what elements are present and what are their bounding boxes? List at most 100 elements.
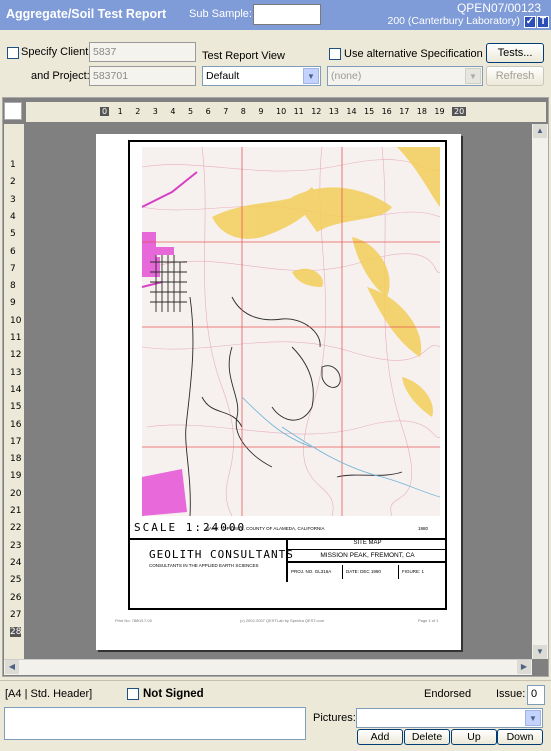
project-label: and Project: [31,70,90,82]
vertical-ruler: 1 2 3 4 5 6 7 8 9 10 11 12 13 14 15 16 17 18 19 20 21 22 23 24 2… [4,124,24,659]
check-toggle-icon[interactable]: ✓ [524,16,536,28]
job-id: QPEN07/00123 [456,1,541,15]
laboratory-name: 200 (Canterbury Laboratory) [387,15,521,27]
t-toggle-icon[interactable]: T [537,16,549,28]
specify-client-checkbox[interactable] [7,47,19,59]
ruler-h-label: 19 [434,107,445,116]
ruler-h-label: 12 [311,107,322,116]
ruler-h-label: 3 [152,107,158,116]
ruler-v-label: 11 [10,333,22,343]
horizontal-ruler: 0 1 2 3 4 5 6 7 8 9 10 11 12 13 14 15 16 17 18 19 20 [26,102,546,122]
ruler-h-label: 6 [205,107,211,116]
ruler-v-label: 26 [10,592,22,603]
ruler-v-label: 21 [10,506,22,516]
scroll-left-icon[interactable]: ◀ [5,660,19,674]
ruler-v-label: 1 [10,160,16,170]
ruler-h-label: 14 [346,107,357,116]
ruler-h-label: 1 [117,107,123,116]
ruler-v-label: 3 [10,194,16,205]
ruler-v-label: 28 [10,627,22,638]
report-view-label: Test Report View [202,50,285,62]
sub-sample-label: Sub Sample: [189,8,252,20]
ruler-v-label: 2 [10,177,16,188]
ruler-v-label: 20 [10,488,22,499]
ruler-h-label: 0 [100,107,110,116]
pictures-label: Pictures: [313,712,356,724]
client-field[interactable]: 5837 [89,42,196,62]
endorsed-label: Endorsed [424,688,472,700]
move-up-button[interactable]: Up [451,729,497,745]
spec-select[interactable]: (none) ▼ [327,66,483,86]
ruler-h-label: 16 [381,107,392,116]
site-location: MISSION PEAK, FREMONT, CA [288,550,447,563]
ruler-v-label: 19 [10,471,22,482]
tests-button[interactable]: Tests... [486,43,544,63]
sheet-date: DATE: DEC 1990 [343,565,399,579]
refresh-button[interactable]: Refresh [486,66,544,86]
horizontal-scrollbar[interactable]: ◀ ▶ [4,659,532,675]
issue-label: Issue: [496,688,526,700]
report-view-select[interactable]: Default ▼ [202,66,321,86]
ruler-corner [4,102,22,120]
ruler-v-label: 4 [10,211,16,222]
issue-field[interactable]: 0 [527,685,545,705]
map-year: 1980 [418,526,429,531]
ruler-v-label: 25 [10,575,22,586]
move-down-button[interactable]: Down [497,729,543,745]
ruler-v-label: 23 [10,540,22,551]
footer-divider [0,680,551,681]
site-map-image [142,147,440,516]
pictures-select[interactable]: ▼ [356,708,543,728]
page-format-label: [A4 | Std. Header] [5,688,93,700]
scroll-up-icon[interactable]: ▲ [533,124,547,138]
alt-spec-label: Use alternative Specification [344,48,483,60]
ruler-v-label: 5 [10,229,16,240]
ruler-h-label: 7 [223,107,229,116]
scroll-right-icon[interactable]: ▶ [517,660,531,674]
project-field[interactable]: 583701 [89,66,196,86]
spec-value: (none) [331,70,362,82]
company-name: GEOLITH CONSULTANTS [149,548,294,561]
delete-picture-button[interactable]: Delete [404,729,450,745]
alt-spec-checkbox[interactable] [329,48,341,60]
sub-sample-input[interactable] [253,4,321,25]
scroll-down-icon[interactable]: ▼ [533,645,547,659]
ruler-v-label: 18 [10,454,22,465]
chevron-down-icon[interactable]: ▼ [303,68,319,84]
ruler-h-label: 11 [293,107,304,116]
app-title: Aggregate/Soil Test Report [6,7,167,21]
not-signed-checkbox[interactable] [127,688,139,700]
figure-number: FIGURE: 1 [402,569,425,574]
ruler-v-label: 9 [10,298,16,309]
add-picture-button[interactable]: Add [357,729,403,745]
ruler-v-label: 12 [10,350,22,361]
ruler-v-label: 7 [10,263,16,274]
ruler-h-label: 20 [452,107,467,116]
ruler-v-label: 22 [10,523,22,534]
ruler-v-label: 10 [10,315,22,326]
ruler-v-label: 16 [10,419,22,430]
page-footer-pages: Page 1 of 1 [418,618,439,623]
ruler-h-label: 2 [135,107,141,116]
vertical-scrollbar[interactable]: ▲ ▼ [532,124,548,659]
report-view-value: Default [206,70,240,82]
ruler-v-label: 8 [10,281,16,292]
ruler-v-label: 27 [10,609,22,620]
ruler-h-label: 4 [170,107,176,116]
ruler-v-label: 13 [10,367,22,378]
ruler-h-label: 17 [399,107,410,116]
not-signed-label: Not Signed [143,688,204,700]
ruler-h-label: 13 [328,107,339,116]
ruler-h-label: 10 [276,107,287,116]
sheet-title: SITE MAP [288,538,447,550]
notes-field[interactable] [4,707,306,740]
ruler-v-label: 15 [10,402,22,413]
ruler-v-label: 6 [10,246,16,257]
ruler-h-label: 5 [188,107,194,116]
chevron-down-icon[interactable]: ▼ [465,68,481,84]
company-tagline: CONSULTANTS IN THE APPLIED EARTH SCIENCE… [149,563,259,568]
specify-client-label: Specify Client: [21,46,92,58]
ruler-h-label: 9 [258,107,264,116]
chevron-down-icon[interactable]: ▼ [525,710,541,726]
ruler-v-label: 17 [10,436,22,447]
